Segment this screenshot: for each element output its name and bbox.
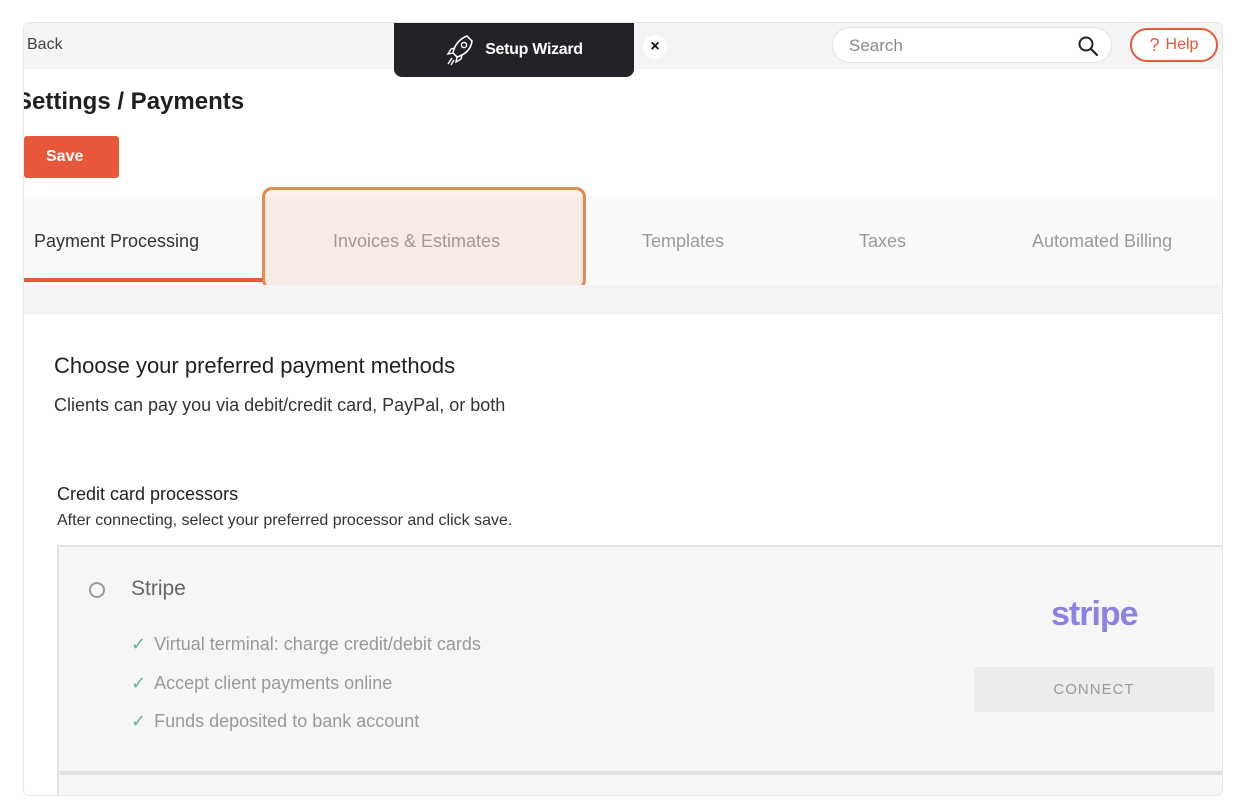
help-label: Help (1165, 36, 1199, 53)
search-input[interactable] (847, 35, 1061, 57)
feature-item: ✓ Virtual terminal: charge credit/debit … (131, 634, 481, 655)
processor-name: Stripe (131, 577, 186, 600)
feature-text: Accept client payments online (154, 673, 393, 693)
section-description: Clients can pay you via debit/credit car… (54, 395, 506, 415)
tab-payment-processing[interactable]: Payment Processing (34, 231, 199, 252)
tab-automated-billing[interactable]: Automated Billing (1032, 231, 1172, 252)
check-icon: ✓ (131, 634, 147, 654)
stripe-card: Stripe ✓ Virtual terminal: charge credit… (57, 545, 1222, 773)
feature-text: Funds deposited to bank account (154, 711, 420, 731)
setup-wizard-label: Setup Wizard (485, 41, 583, 58)
check-icon: ✓ (131, 673, 147, 693)
stripe-logo: stripe (1051, 595, 1139, 633)
top-bar: Back Setup Wizard × Search ? Help (24, 23, 1222, 77)
back-link[interactable]: Back (27, 36, 63, 54)
tab-taxes[interactable]: Taxes (859, 231, 906, 252)
connect-button[interactable]: CONNECT (974, 667, 1214, 712)
cc-processors-description: After connecting, select your preferred … (57, 512, 513, 529)
save-button[interactable]: Save (24, 136, 119, 178)
question-icon: ? (1149, 34, 1160, 55)
search-icon[interactable] (1077, 35, 1099, 62)
cc-processors-heading: Credit card processors (57, 484, 239, 504)
search-box (832, 27, 1112, 63)
feature-text: Virtual terminal: charge credit/debit ca… (154, 634, 481, 654)
feature-item: ✓ Accept client payments online (131, 673, 392, 694)
tab-templates[interactable]: Templates (642, 231, 724, 252)
page-title: Settings / Payments (23, 88, 245, 115)
check-icon: ✓ (131, 711, 147, 731)
setup-wizard-button[interactable]: Setup Wizard (394, 23, 634, 77)
highlight-box (262, 187, 586, 290)
close-icon[interactable]: × (643, 35, 667, 59)
next-processor-card (57, 773, 1222, 795)
active-tab-indicator (24, 278, 264, 282)
tab-subbar (24, 285, 1222, 314)
feature-item: ✓ Funds deposited to bank account (131, 711, 419, 732)
rocket-icon (445, 33, 475, 67)
stripe-radio[interactable] (89, 582, 105, 598)
help-button[interactable]: ? Help (1130, 28, 1218, 62)
section-heading: Choose your preferred payment methods (54, 353, 456, 378)
tab-bar: Payment Processing Invoices & Estimates … (24, 197, 1222, 286)
app-window: Back Setup Wizard × Search ? Help Settin… (23, 22, 1223, 796)
